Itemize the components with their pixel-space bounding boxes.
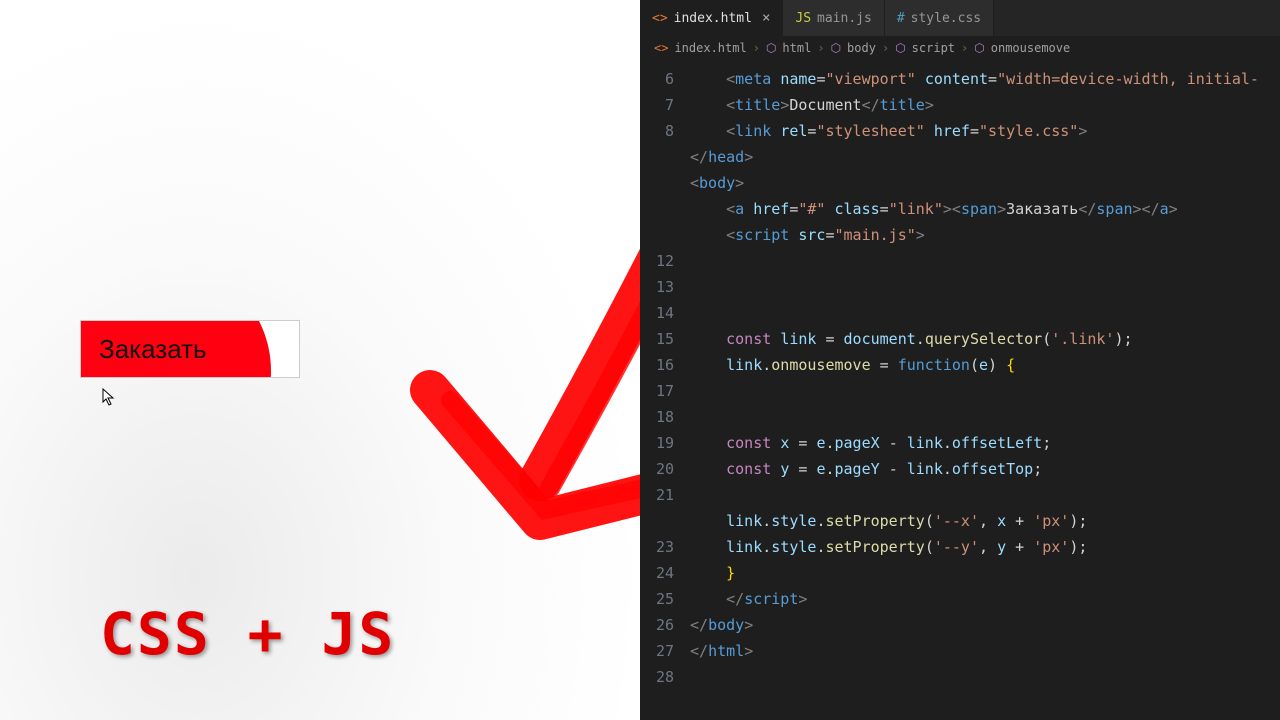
breadcrumb-part: script bbox=[912, 41, 955, 55]
code-content[interactable]: <meta name="viewport" content="width=dev… bbox=[690, 60, 1280, 720]
html-file-icon: <> bbox=[654, 41, 668, 55]
chevron-right-icon: › bbox=[961, 41, 968, 55]
breadcrumb-part: onmousemove bbox=[991, 41, 1070, 55]
symbol-icon: ⬡ bbox=[895, 41, 905, 55]
tab-label: index.html bbox=[674, 11, 752, 26]
close-icon[interactable]: × bbox=[762, 10, 770, 26]
breadcrumb-file: index.html bbox=[674, 41, 746, 55]
tab-label: main.js bbox=[817, 11, 872, 26]
tab-label: style.css bbox=[911, 11, 981, 26]
chevron-right-icon: › bbox=[817, 41, 824, 55]
tab-bar: <> index.html × JS main.js # style.css bbox=[640, 0, 1280, 36]
order-button-label: Заказать bbox=[99, 334, 207, 365]
html-file-icon: <> bbox=[652, 11, 668, 26]
cursor-icon bbox=[101, 388, 117, 412]
tab-main-js[interactable]: JS main.js bbox=[783, 0, 884, 36]
breadcrumb[interactable]: <> index.html › ⬡ html › ⬡ body › ⬡ scri… bbox=[640, 36, 1280, 60]
symbol-icon: ⬡ bbox=[766, 41, 776, 55]
breadcrumb-part: html bbox=[782, 41, 811, 55]
chevron-right-icon: › bbox=[882, 41, 889, 55]
tab-style-css[interactable]: # style.css bbox=[885, 0, 994, 36]
demo-panel: Заказать CSS + JS bbox=[0, 0, 650, 720]
tab-index-html[interactable]: <> index.html × bbox=[640, 0, 783, 36]
chevron-right-icon: › bbox=[753, 41, 760, 55]
css-file-icon: # bbox=[897, 11, 905, 26]
breadcrumb-part: body bbox=[847, 41, 876, 55]
line-gutter: 67812131415161718192021232425262728 bbox=[640, 60, 690, 720]
symbol-icon: ⬡ bbox=[831, 41, 841, 55]
js-file-icon: JS bbox=[795, 11, 811, 26]
code-editor: <> index.html × JS main.js # style.css <… bbox=[640, 0, 1280, 720]
code-area[interactable]: 67812131415161718192021232425262728 <met… bbox=[640, 60, 1280, 720]
caption-text: CSS + JS bbox=[100, 600, 395, 668]
symbol-icon: ⬡ bbox=[974, 41, 984, 55]
order-button[interactable]: Заказать bbox=[80, 320, 300, 378]
